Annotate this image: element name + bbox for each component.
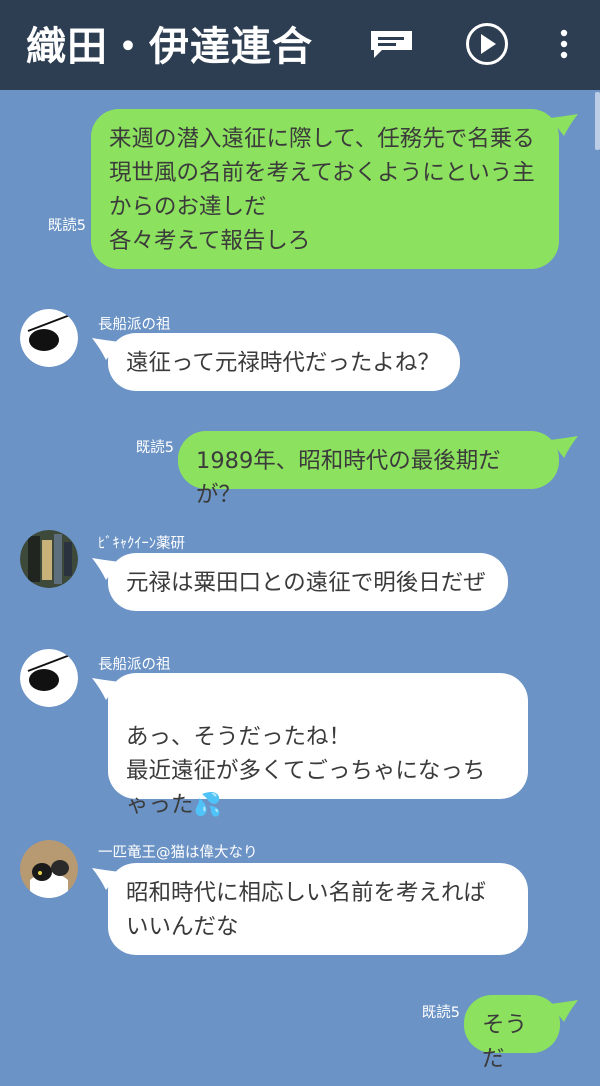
eyepatch-avatar[interactable] <box>20 649 78 707</box>
sender-name: 一匹竜王@猫は偉大なり <box>98 845 258 861</box>
play-icon[interactable] <box>464 21 510 67</box>
scrollbar[interactable] <box>595 92 600 150</box>
my-message-bubble[interactable]: そうだ <box>464 995 560 1072</box>
message-bubble[interactable]: 元禄は粟田口との遠征で明後日だぜ <box>108 553 508 611</box>
my-message-bubble[interactable]: 来週の潜入遠征に際して、任務先で名乗る 現世風の名前を考えておくようにという主 … <box>91 109 559 269</box>
more-vertical-icon[interactable] <box>554 28 574 62</box>
cat-photo-avatar[interactable] <box>20 840 78 898</box>
message-text: あっ、そうだったね！ 最近遠征が多くてごっちゃになっち ゃった <box>126 724 486 818</box>
my-message-bubble[interactable]: 1989年、昭和時代の最後期だが？ <box>178 431 559 508</box>
read-receipt: 既読5 <box>47 218 86 234</box>
eyepatch-avatar[interactable] <box>20 309 78 367</box>
bubble-tail <box>550 1000 578 1022</box>
message-list[interactable]: 既読5 来週の潜入遠征に際して、任務先で名乗る 現世風の名前を考えておくようにと… <box>0 90 600 1086</box>
sender-name: 長船派の祖 <box>98 317 171 333</box>
message-bubble[interactable]: 遠征って元禄時代だったよね？ <box>108 333 460 391</box>
message-bubble[interactable]: あっ、そうだったね！ 最近遠征が多くてごっちゃになっち ゃった💦 <box>108 673 528 818</box>
read-receipt: 既読5 <box>135 440 174 456</box>
bubble-tail <box>550 436 578 458</box>
photo-avatar[interactable] <box>20 530 78 588</box>
chat-header: 織田・伊達連合 <box>0 0 600 90</box>
read-receipt: 既読5 <box>421 1005 460 1021</box>
message-bubble[interactable]: 昭和時代に相応しい名前を考えれば いいんだな <box>108 863 528 955</box>
sweat-drops-emoji: 💦 <box>193 792 222 818</box>
note-icon[interactable] <box>368 28 416 62</box>
chat-title: 織田・伊達連合 <box>26 24 313 70</box>
sender-name: ﾋﾞｷｬｸｲｰﾝ薬研 <box>98 536 185 552</box>
sender-name: 長船派の祖 <box>98 657 171 673</box>
bubble-tail <box>550 114 578 136</box>
